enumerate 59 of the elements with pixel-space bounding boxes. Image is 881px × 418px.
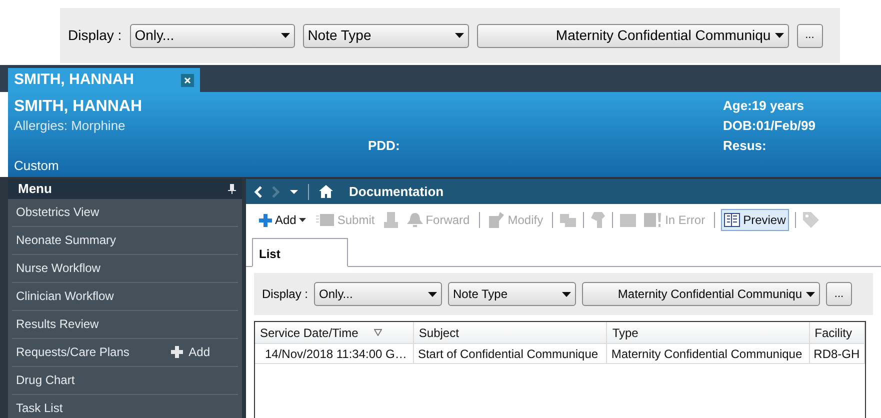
- column-header[interactable]: Facility: [810, 322, 865, 343]
- table-cell: Start of Confidential Communique: [414, 344, 608, 363]
- back-icon[interactable]: [254, 186, 262, 198]
- menu-item[interactable]: Neonate Summary: [12, 226, 238, 254]
- list-tab[interactable]: List: [252, 238, 348, 267]
- page-title: Documentation: [349, 182, 444, 201]
- dropdown[interactable]: Only...: [130, 24, 295, 48]
- resus-label: Resus:: [723, 137, 766, 155]
- more-button[interactable]: ...: [826, 282, 852, 306]
- patient-name: SMITH, HANNAH: [14, 97, 142, 117]
- pin-icon[interactable]: [228, 184, 236, 194]
- edit-icon: [488, 212, 505, 228]
- menu-item[interactable]: Drug Chart: [12, 366, 238, 394]
- toolbar-button[interactable]: Add: [256, 209, 310, 231]
- dropdown[interactable]: Note Type: [302, 24, 469, 48]
- menu-item[interactable]: Clinician Workflow: [12, 282, 238, 310]
- menu-item[interactable]: Task List: [12, 394, 238, 418]
- caret-icon[interactable]: [290, 190, 298, 194]
- dropdown-arrow-icon: [280, 33, 290, 38]
- menu-item[interactable]: Results Review: [12, 310, 238, 338]
- table-cell: Maternity Confidential Communique: [607, 344, 810, 363]
- close-icon[interactable]: [181, 74, 194, 86]
- dropdown-arrow-icon: [774, 33, 784, 38]
- dropdown-arrow-icon: [428, 292, 438, 296]
- dropdown[interactable]: Maternity Confidential Communiqu: [582, 282, 820, 306]
- dob-text: DOB:01/Feb/99: [723, 117, 816, 135]
- display-label: Display :: [68, 26, 122, 45]
- sort-icon: [374, 329, 382, 336]
- forward-icon[interactable]: [272, 186, 280, 198]
- more-button[interactable]: ...: [796, 24, 823, 48]
- allergies-text: Allergies: Morphine: [14, 117, 126, 135]
- error-icon: [644, 213, 662, 227]
- toolbar-button[interactable]: Preview: [721, 209, 789, 231]
- pdd-label: PDD:: [368, 137, 400, 155]
- menu-title: Menu: [17, 180, 52, 198]
- menu-item[interactable]: Nurse Workflow: [12, 254, 238, 282]
- add-link[interactable]: Add: [170, 343, 210, 361]
- plus-icon: [259, 214, 272, 226]
- column-header[interactable]: Service Date/Time: [255, 322, 414, 343]
- table-cell: 14/Nov/2018 11:34:00 G…: [255, 344, 414, 363]
- table-cell: RD8-GH: [810, 344, 865, 363]
- bell-icon: [406, 213, 423, 227]
- menu-item[interactable]: Requests/Care Plans Add: [12, 338, 238, 366]
- column-header[interactable]: Subject: [414, 322, 608, 343]
- dropdown[interactable]: Note Type: [448, 282, 576, 306]
- column-header[interactable]: Type: [607, 322, 810, 343]
- custom-text: Custom: [14, 157, 59, 175]
- document-icon: [316, 214, 334, 226]
- home-icon[interactable]: [319, 185, 333, 198]
- preview-icon: [724, 213, 740, 227]
- dropdown-arrow-icon: [562, 292, 572, 296]
- display-label: Display :: [262, 286, 308, 303]
- dropdown[interactable]: Maternity Confidential Communiqu: [476, 24, 789, 48]
- menu-item[interactable]: Obstetrics View: [12, 198, 238, 226]
- dropdown-arrow-icon: [806, 292, 816, 296]
- dropdown[interactable]: Only...: [314, 282, 442, 306]
- age-text: Age:19 years: [723, 97, 804, 115]
- plus-icon: [170, 346, 183, 358]
- dropdown-arrow-icon: [454, 33, 464, 38]
